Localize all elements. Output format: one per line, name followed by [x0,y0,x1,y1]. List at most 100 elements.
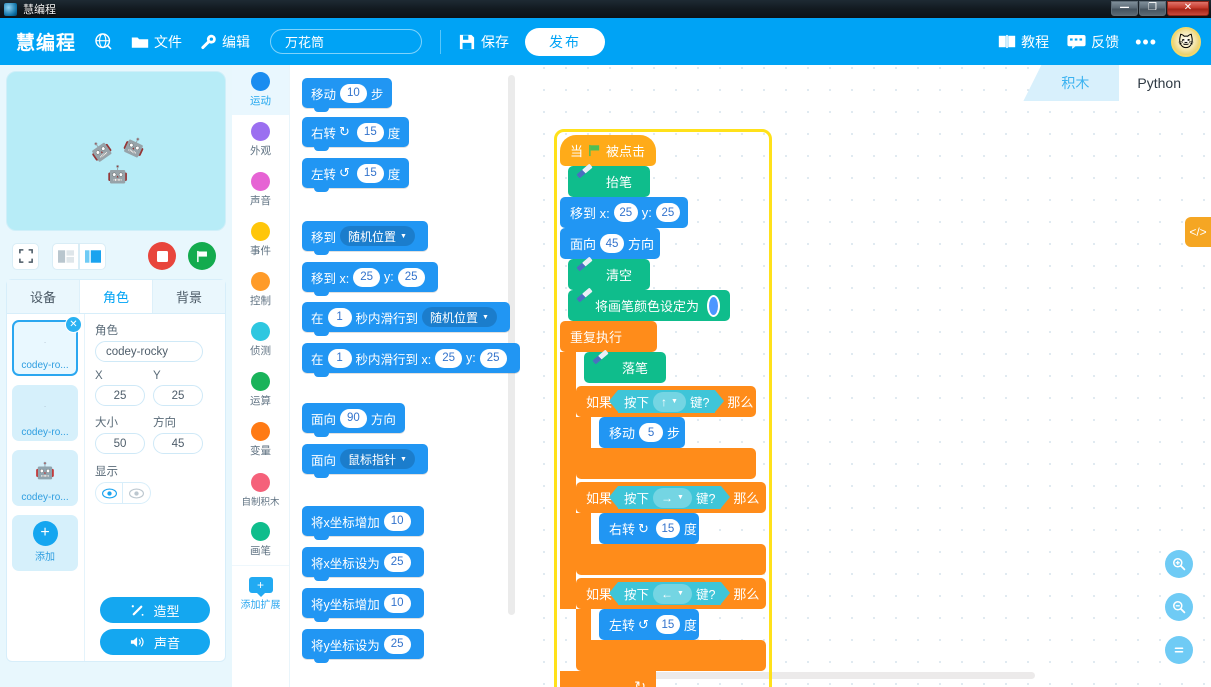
block-input[interactable]: 10 [383,511,411,531]
x-input[interactable]: 25 [95,385,145,406]
more-menu-button[interactable]: ••• [1135,33,1157,51]
tutorial-button[interactable]: 教程 [998,32,1049,52]
palette-block-move[interactable]: 移动 10 步 [302,78,393,112]
add-extension-button[interactable]: + 添加扩展 [232,565,289,621]
block-when-flag-clicked[interactable]: 当 被点击 [560,135,766,166]
publish-button[interactable]: 发布 [525,27,606,56]
block-input-x[interactable]: 25 [435,348,463,368]
block-turn-right[interactable]: 右转 ↻ 15 度 [599,513,766,544]
zoom-out-button[interactable] [1165,593,1193,621]
palette-block-goto-xy[interactable]: 移到 x: 25 y: 25 [302,262,438,296]
block-if-up[interactable]: 如果 按下 ↑ ▼ 键? 那么 移动 5 步 [576,386,766,479]
palette-block-glide-target[interactable]: 在 1 秒内滑行到 随机位置 ▼ [302,302,510,336]
close-icon[interactable]: ✕ [65,316,82,333]
palette-block-point-direction[interactable]: 面向 90 方向 [302,403,405,437]
block-turn-left[interactable]: 左转 ↺ 15 度 [599,609,766,640]
block-set-pen-color[interactable]: 将画笔颜色设定为 [568,287,766,321]
block-input-x[interactable]: 25 [613,203,638,222]
block-input[interactable]: 25 [383,634,411,654]
block-input[interactable]: 1 [327,307,352,327]
block-if-left[interactable]: 如果 按下 ← ▼ 键? 那么 左转 ↺ 15 度 [576,578,766,671]
block-pen-clear[interactable]: 清空 [568,256,766,290]
block-key-pressed[interactable]: 按下 → ▼ 键? [608,486,731,509]
direction-input[interactable]: 45 [153,433,203,454]
maximize-button[interactable]: ❐ [1139,0,1166,16]
block-dropdown[interactable]: 随机位置 ▼ [340,226,415,246]
key-dropdown[interactable]: ← ▼ [653,583,692,604]
large-stage-button[interactable] [79,242,106,270]
palette-block-change-x[interactable]: 将x坐标增加 10 [302,506,424,540]
add-sprite-button[interactable]: + 添加 [12,515,78,571]
code-workspace[interactable]: 积木 Python </> 当 被点击 抬笔 移到 x: 25 y: 25 面向… [525,65,1211,687]
block-input[interactable]: 10 [383,593,411,613]
tab-sprites[interactable]: 角色 [80,280,153,313]
category-motion[interactable]: 运动 [232,65,289,115]
palette-block-turn-left[interactable]: 左转 ↺ 15 度 [302,158,410,192]
block-input[interactable]: 10 [340,83,367,103]
palette-block-set-x[interactable]: 将x坐标设为 25 [302,547,424,581]
block-dropdown[interactable]: 鼠标指针 ▼ [340,449,415,469]
block-key-pressed[interactable]: 按下 ↑ ▼ 键? [608,390,725,413]
script-stack[interactable]: 当 被点击 抬笔 移到 x: 25 y: 25 面向 45 方向 清空 将画笔颜… [554,129,772,687]
avatar[interactable]: 🐱 [1171,26,1201,57]
palette-block-set-y[interactable]: 将y坐标设为 25 [302,629,424,663]
block-if-right[interactable]: 如果 按下 → ▼ 键? 那么 右转 ↻ 15 度 [576,482,766,575]
block-input-y[interactable]: 25 [397,267,425,287]
tab-python[interactable]: Python [1107,65,1211,101]
pen-color-swatch[interactable] [707,294,720,317]
block-key-pressed[interactable]: 按下 ← ▼ 键? [608,582,731,605]
block-dropdown[interactable]: 随机位置 ▼ [422,307,497,327]
costume-button[interactable]: 造型 [100,597,210,623]
palette-block-turn-right[interactable]: 右转 ↻ 15 度 [302,117,410,151]
save-button[interactable]: 保存 [459,32,509,52]
block-move[interactable]: 移动 5 步 [599,417,766,448]
category-events[interactable]: 事件 [232,215,289,265]
block-input[interactable]: 45 [600,234,625,253]
sound-button[interactable]: 声音 [100,629,210,655]
palette-block-point-towards[interactable]: 面向 鼠标指针 ▼ [302,444,428,478]
close-button[interactable]: ✕ [1167,0,1209,16]
category-sound[interactable]: 声音 [232,165,289,215]
block-input[interactable]: 15 [356,122,384,142]
palette-block-glide-xy[interactable]: 在 1 秒内滑行到 x: 25 y: 25 [302,343,520,377]
tab-backdrops[interactable]: 背景 [153,280,225,313]
stage-area[interactable]: 🤖 🤖 🤖 [6,71,226,231]
category-operators[interactable]: 运算 [232,365,289,415]
zoom-reset-button[interactable] [1165,636,1193,664]
list-item[interactable]: · codey-ro... [12,385,78,441]
tab-blocks[interactable]: 积木 [1023,65,1120,101]
block-point-direction[interactable]: 面向 45 方向 [560,228,766,259]
feedback-button[interactable]: 反馈 [1067,32,1119,52]
palette-block-goto-target[interactable]: 移到 随机位置 ▼ [302,221,428,255]
role-name-input[interactable]: codey-rocky [95,341,203,362]
category-my-blocks[interactable]: 自制积木 [232,465,289,515]
green-flag-button[interactable] [188,242,216,270]
key-dropdown[interactable]: → ▼ [653,487,692,508]
block-input[interactable]: 1 [327,348,352,368]
stop-button[interactable] [148,242,176,270]
block-input-y[interactable]: 25 [479,348,507,368]
block-goto-xy[interactable]: 移到 x: 25 y: 25 [560,197,766,228]
edit-menu[interactable]: 编辑 [200,32,250,52]
block-forever[interactable]: 重复执行 落笔 如果 按下 ↑ ▼ 键? 那么 移动 5 步 如果 按下 → ▼… [560,321,766,687]
zoom-in-button[interactable] [1165,550,1193,578]
language-button[interactable] [94,32,113,51]
block-pen-down[interactable]: 落笔 [584,349,766,383]
file-menu[interactable]: 文件 [131,32,182,52]
minimize-button[interactable]: — [1111,0,1138,16]
category-variables[interactable]: 变量 [232,415,289,465]
code-brackets-icon[interactable]: </> [1185,217,1211,247]
block-input[interactable]: 5 [639,423,664,442]
key-dropdown[interactable]: ↑ ▼ [653,391,686,412]
category-pen[interactable]: 画笔 [232,515,289,565]
block-input-y[interactable]: 25 [655,203,680,222]
block-input[interactable]: 15 [356,163,384,183]
list-item[interactable]: ✕ · codey-ro... [12,316,82,376]
block-input[interactable]: 25 [383,552,411,572]
category-control[interactable]: 控制 [232,265,289,315]
block-input[interactable]: 90 [340,408,367,428]
tab-devices[interactable]: 设备 [7,280,80,313]
category-sensing[interactable]: 侦测 [232,315,289,365]
list-item[interactable]: 🤖 codey-ro... [12,450,78,506]
block-input[interactable]: 15 [655,615,680,634]
